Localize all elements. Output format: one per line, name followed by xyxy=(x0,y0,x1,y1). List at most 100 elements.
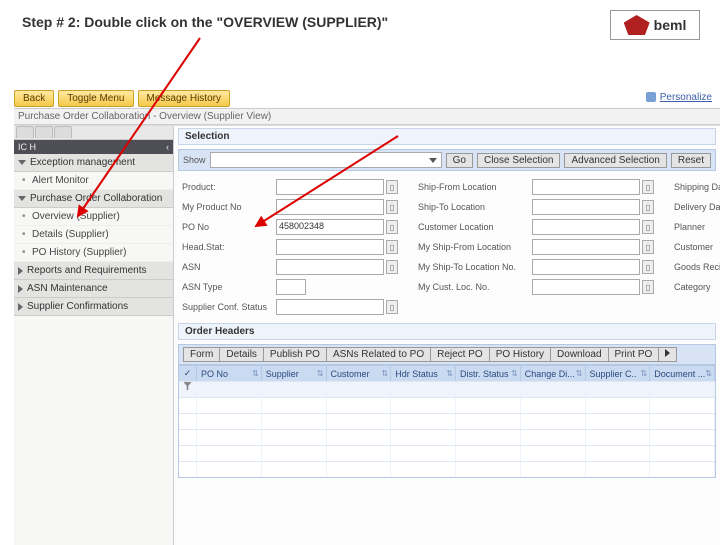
col-supplierc[interactable]: Supplier C..⇅ xyxy=(586,366,651,381)
pono-input[interactable]: 458002348 xyxy=(276,219,384,235)
col-pono[interactable]: PO No⇅ xyxy=(197,366,262,381)
col-hdrstatus[interactable]: Hdr Status⇅ xyxy=(391,366,456,381)
table-row[interactable] xyxy=(179,461,715,477)
f4-icon[interactable]: ▯ xyxy=(386,220,398,234)
go-button[interactable]: Go xyxy=(446,153,473,168)
myshiptono-label: My Ship-To Location No. xyxy=(418,262,530,272)
asntype-input[interactable] xyxy=(276,279,306,295)
f4-icon[interactable]: ▯ xyxy=(386,180,398,194)
download-button[interactable]: Download xyxy=(550,347,608,362)
show-label: Show xyxy=(183,155,206,165)
col-customer[interactable]: Customer⇅ xyxy=(327,366,392,381)
asn-input[interactable] xyxy=(276,259,384,275)
personalize-link[interactable]: Personalize xyxy=(646,92,712,103)
close-selection-button[interactable]: Close Selection xyxy=(477,153,560,168)
po-history-button[interactable]: PO History xyxy=(489,347,551,362)
back-button[interactable]: Back xyxy=(14,90,54,107)
col-changedi[interactable]: Change Di...⇅ xyxy=(521,366,586,381)
nav-sec-label: Supplier Confirmations xyxy=(27,301,128,312)
details-button[interactable]: Details xyxy=(219,347,264,362)
chevron-right-icon xyxy=(18,267,23,275)
custloc-label: Customer Location xyxy=(418,222,530,232)
collapse-icon[interactable]: ‹ xyxy=(166,142,169,152)
f4-icon[interactable]: ▯ xyxy=(642,240,654,254)
step2-instruction: Step # 2: Double click on the "OVERVIEW … xyxy=(22,14,388,30)
table-row[interactable] xyxy=(179,413,715,429)
toggle-menu-button[interactable]: Toggle Menu xyxy=(58,90,133,107)
delvdate-label: Delivery Date xyxy=(674,202,720,212)
goods-label: Goods Recipient xyxy=(674,262,720,272)
f4-icon[interactable]: ▯ xyxy=(386,200,398,214)
nav-po-collab[interactable]: Purchase Order Collaboration xyxy=(14,190,173,208)
nav-supplier-conf[interactable]: Supplier Confirmations xyxy=(14,298,173,316)
myproduct-label: My Product No xyxy=(182,202,274,212)
logo-icon xyxy=(624,15,650,35)
f4-icon[interactable]: ▯ xyxy=(642,200,654,214)
pono-label: PO No xyxy=(182,222,274,232)
table-row[interactable] xyxy=(179,445,715,461)
f4-icon[interactable]: ▯ xyxy=(386,260,398,274)
reject-po-button[interactable]: Reject PO xyxy=(430,347,490,362)
f4-icon[interactable]: ▯ xyxy=(642,260,654,274)
nav-reports[interactable]: Reports and Requirements xyxy=(14,262,173,280)
headstat-label: Head.Stat: xyxy=(182,242,274,252)
col-document[interactable]: Document ...⇅ xyxy=(650,366,715,381)
myshipfrom-input[interactable] xyxy=(532,239,640,255)
product-input[interactable] xyxy=(276,179,384,195)
form-button[interactable]: Form xyxy=(183,347,220,362)
custloc-input[interactable] xyxy=(532,219,640,235)
tab-3[interactable] xyxy=(54,126,72,138)
product-label: Product: xyxy=(182,182,274,192)
col-supplier[interactable]: Supplier⇅ xyxy=(262,366,327,381)
f4-icon[interactable]: ▯ xyxy=(386,240,398,254)
message-history-button[interactable]: Message History xyxy=(138,90,230,107)
myshiptono-input[interactable] xyxy=(532,259,640,275)
shipfrom-input[interactable] xyxy=(532,179,640,195)
planner-label: Planner xyxy=(674,222,720,232)
nav-alert-monitor[interactable]: Alert Monitor xyxy=(14,172,173,190)
nav-exception-mgmt[interactable]: Exception management xyxy=(14,154,173,172)
table-row[interactable] xyxy=(179,397,715,413)
filter-row[interactable] xyxy=(179,381,715,397)
selection-toolbar: Show Go Close Selection Advanced Selecti… xyxy=(178,149,716,171)
advanced-selection-button[interactable]: Advanced Selection xyxy=(564,153,666,168)
f4-icon[interactable]: ▯ xyxy=(642,220,654,234)
supconf-input[interactable] xyxy=(276,299,384,315)
funnel-icon xyxy=(184,382,192,390)
myproduct-input[interactable] xyxy=(276,199,384,215)
col-distrstatus[interactable]: Distr. Status⇅ xyxy=(456,366,521,381)
main-panel: Selection Show Go Close Selection Advanc… xyxy=(174,126,720,545)
orders-table: ✓ PO No⇅ Supplier⇅ Customer⇅ Hdr Status⇅… xyxy=(178,365,716,478)
order-headers-title: Order Headers xyxy=(178,323,716,340)
publish-po-button[interactable]: Publish PO xyxy=(263,347,327,362)
nav-pohistory-supplier[interactable]: PO History (Supplier) xyxy=(14,244,173,262)
customer-label: Customer xyxy=(674,242,720,252)
nav-overview-supplier[interactable]: Overview (Supplier) xyxy=(14,208,173,226)
table-row[interactable] xyxy=(179,429,715,445)
nav-asn[interactable]: ASN Maintenance xyxy=(14,280,173,298)
tab-1[interactable] xyxy=(16,126,34,138)
tab-strip xyxy=(14,126,173,140)
asn-label: ASN xyxy=(182,262,274,272)
chevron-down-icon xyxy=(429,158,437,163)
col-select[interactable]: ✓ xyxy=(179,366,197,381)
tab-2[interactable] xyxy=(35,126,53,138)
asntype-label: ASN Type xyxy=(182,282,274,292)
supconf-label: Supplier Conf. Status xyxy=(182,302,274,312)
shipto-label: Ship-To Location xyxy=(418,202,530,212)
headstat-input[interactable] xyxy=(276,239,384,255)
mycustloc-input[interactable] xyxy=(532,279,640,295)
reset-button[interactable]: Reset xyxy=(671,153,711,168)
shipto-input[interactable] xyxy=(532,199,640,215)
nav-details-supplier[interactable]: Details (Supplier) xyxy=(14,226,173,244)
play-icon xyxy=(665,349,670,357)
f4-icon[interactable]: ▯ xyxy=(642,280,654,294)
f4-icon[interactable]: ▯ xyxy=(386,300,398,314)
f4-icon[interactable]: ▯ xyxy=(642,180,654,194)
nav-sec-label: Exception management xyxy=(30,157,135,168)
show-select[interactable] xyxy=(210,152,442,168)
shipfrom-label: Ship-From Location xyxy=(418,182,530,192)
asns-related-button[interactable]: ASNs Related to PO xyxy=(326,347,431,362)
print-po-button[interactable]: Print PO xyxy=(608,347,660,362)
more-button[interactable] xyxy=(658,347,677,362)
